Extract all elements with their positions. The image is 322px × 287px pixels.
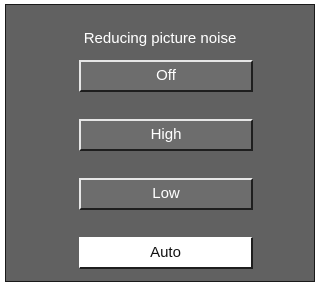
menu-title: Reducing picture noise [83,30,237,47]
option-high-button[interactable]: High [79,119,253,151]
option-low-button[interactable]: Low [79,178,253,210]
option-auto-button[interactable]: Auto [79,237,253,269]
option-off-button[interactable]: Off [79,60,253,92]
noise-reduction-menu: Reducing picture noise Off High Low Auto [5,4,315,282]
